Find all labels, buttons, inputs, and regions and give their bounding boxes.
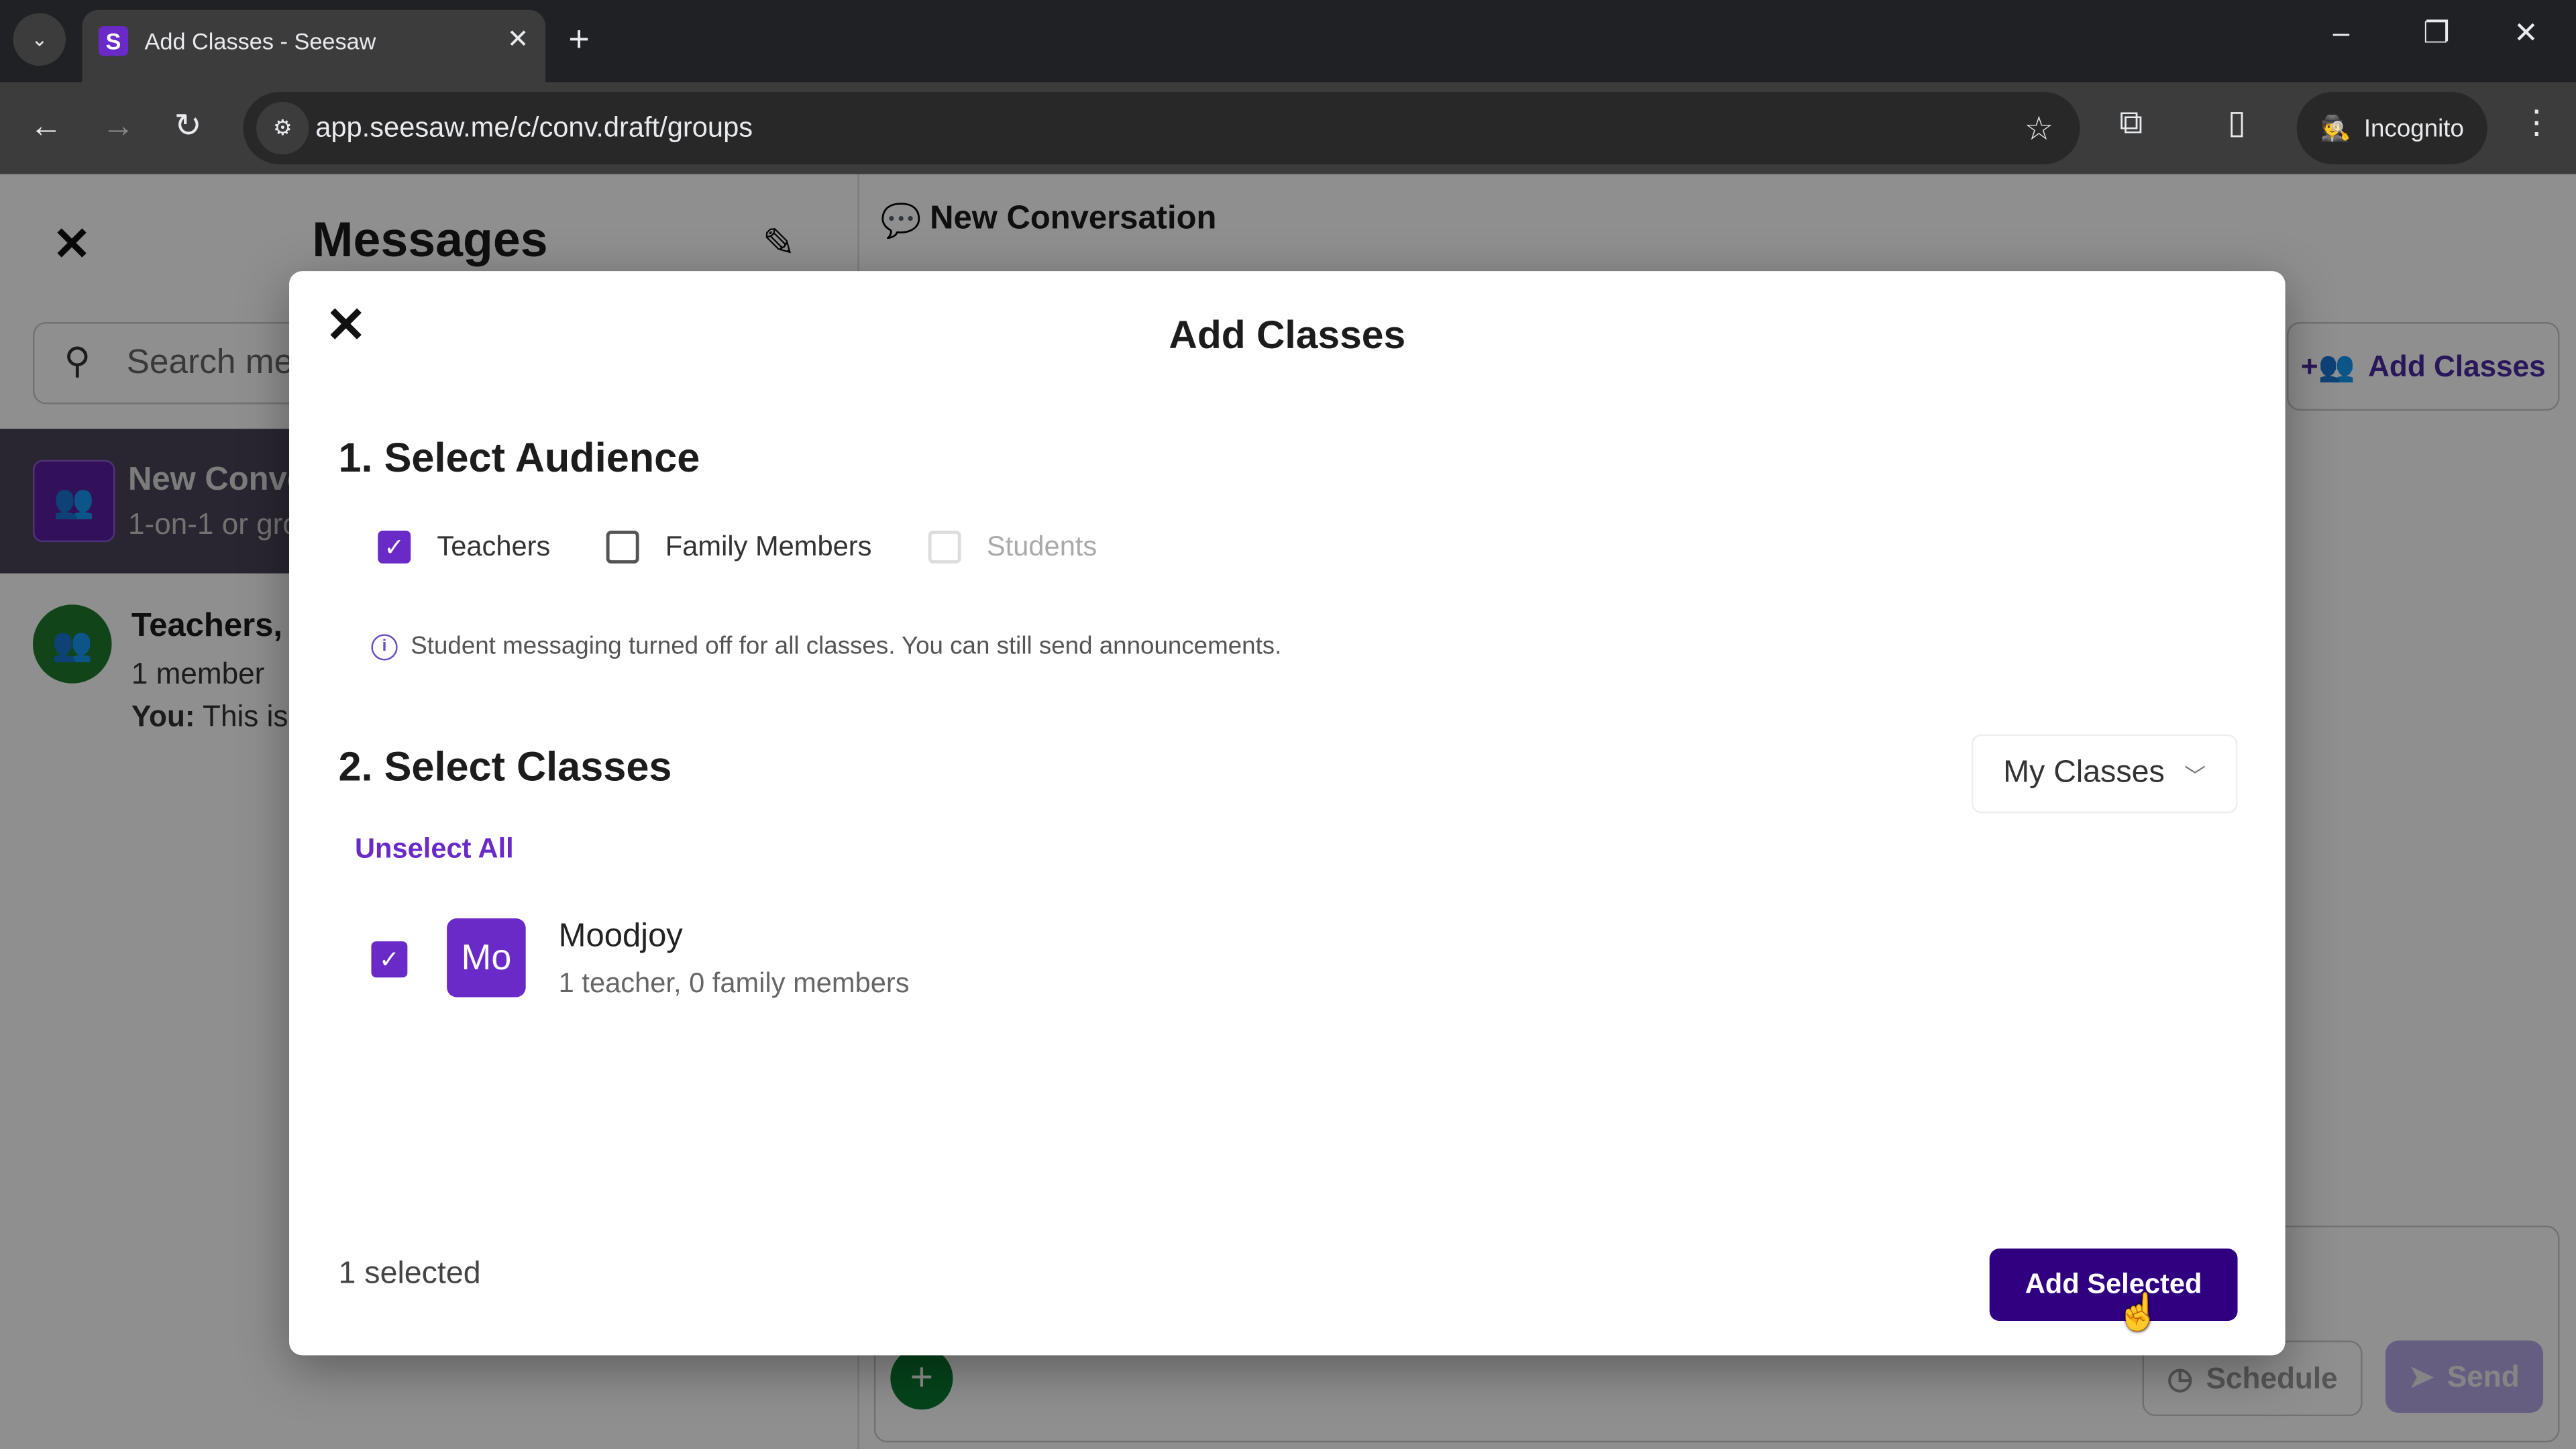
chevron-down-icon: ﹀ bbox=[2184, 763, 2206, 788]
tab-title: Add Classes - Seesaw bbox=[144, 28, 376, 54]
teachers-label[interactable]: Teachers bbox=[437, 531, 550, 564]
checkmark-icon: ✓ bbox=[384, 533, 405, 562]
browser-toolbar: ← → ↻ ⚙ app.seesaw.me/c/conv.draft/group… bbox=[0, 82, 2576, 174]
side-panel-icon[interactable]: ▯ bbox=[2228, 105, 2246, 142]
family-members-label[interactable]: Family Members bbox=[665, 531, 872, 564]
address-bar[interactable]: ⚙ app.seesaw.me/c/conv.draft/groups ☆ bbox=[243, 92, 2080, 164]
browser-tab-bar: ⌄ S Add Classes - Seesaw ✕ + – ❐ ✕ bbox=[0, 0, 2576, 83]
add-classes-modal: ✕ Add Classes 1. Select Audience ✓ Teach… bbox=[289, 271, 2286, 1356]
add-selected-button[interactable]: Add Selected bbox=[1989, 1248, 2238, 1321]
students-checkbox bbox=[927, 531, 961, 564]
class-details: 1 teacher, 0 family members bbox=[558, 967, 910, 999]
class-checkbox[interactable]: ✓ bbox=[371, 941, 408, 978]
teachers-checkbox[interactable]: ✓ bbox=[378, 531, 411, 564]
minimize-icon[interactable]: – bbox=[2333, 16, 2350, 50]
extensions-icon[interactable]: ⧉ bbox=[2119, 105, 2143, 142]
info-icon: i bbox=[371, 633, 398, 660]
dropdown-value: My Classes bbox=[2003, 755, 2165, 790]
url-text[interactable]: app.seesaw.me/c/conv.draft/groups bbox=[315, 112, 753, 145]
incognito-badge[interactable]: 🕵 Incognito bbox=[2296, 92, 2487, 164]
students-label: Students bbox=[986, 531, 1097, 562]
reload-icon[interactable]: ↻ bbox=[174, 109, 202, 145]
class-filter-dropdown[interactable]: My Classes ﹀ bbox=[1971, 734, 2238, 814]
selected-count: 1 selected bbox=[338, 1256, 481, 1291]
hand-cursor-icon: ☝ bbox=[2116, 1291, 2161, 1333]
more-menu-icon[interactable]: ⋮ bbox=[2520, 105, 2553, 142]
new-tab-button[interactable]: + bbox=[568, 19, 589, 59]
notice-text: Student messaging turned off for all cla… bbox=[411, 632, 1282, 661]
class-avatar: Mo bbox=[447, 918, 526, 998]
class-name: Moodjoy bbox=[558, 918, 683, 955]
section-select-audience: 1. Select Audience bbox=[338, 435, 700, 482]
modal-title: Add Classes bbox=[1169, 313, 1406, 358]
section-select-classes: 2. Select Classes bbox=[338, 744, 672, 790]
audience-options: ✓ Teachers Family Members Students bbox=[378, 531, 1152, 564]
incognito-icon: 🕵 bbox=[2320, 115, 2351, 144]
window-close-icon[interactable]: ✕ bbox=[2514, 16, 2538, 50]
unselect-all-link[interactable]: Unselect All bbox=[355, 833, 514, 866]
seesaw-favicon-icon: S bbox=[98, 26, 129, 56]
chevron-down-icon: ⌄ bbox=[31, 28, 48, 51]
site-info-icon[interactable]: ⚙ bbox=[256, 101, 309, 155]
family-members-checkbox[interactable] bbox=[606, 531, 639, 564]
restore-icon[interactable]: ❐ bbox=[2423, 16, 2450, 50]
tab-close-icon[interactable]: ✕ bbox=[507, 23, 529, 56]
student-messaging-notice: i Student messaging turned off for all c… bbox=[371, 632, 1282, 661]
incognito-label: Incognito bbox=[2363, 114, 2464, 142]
screen: ⌄ S Add Classes - Seesaw ✕ + – ❐ ✕ ← → ↻… bbox=[0, 0, 2576, 1449]
browser-tab-active[interactable]: S Add Classes - Seesaw ✕ bbox=[82, 9, 546, 83]
bookmark-star-icon[interactable]: ☆ bbox=[2024, 109, 2053, 150]
checkmark-icon: ✓ bbox=[378, 946, 400, 975]
back-icon[interactable]: ← bbox=[30, 109, 62, 145]
tab-search-button[interactable]: ⌄ bbox=[13, 13, 66, 66]
forward-icon[interactable]: → bbox=[102, 109, 135, 145]
